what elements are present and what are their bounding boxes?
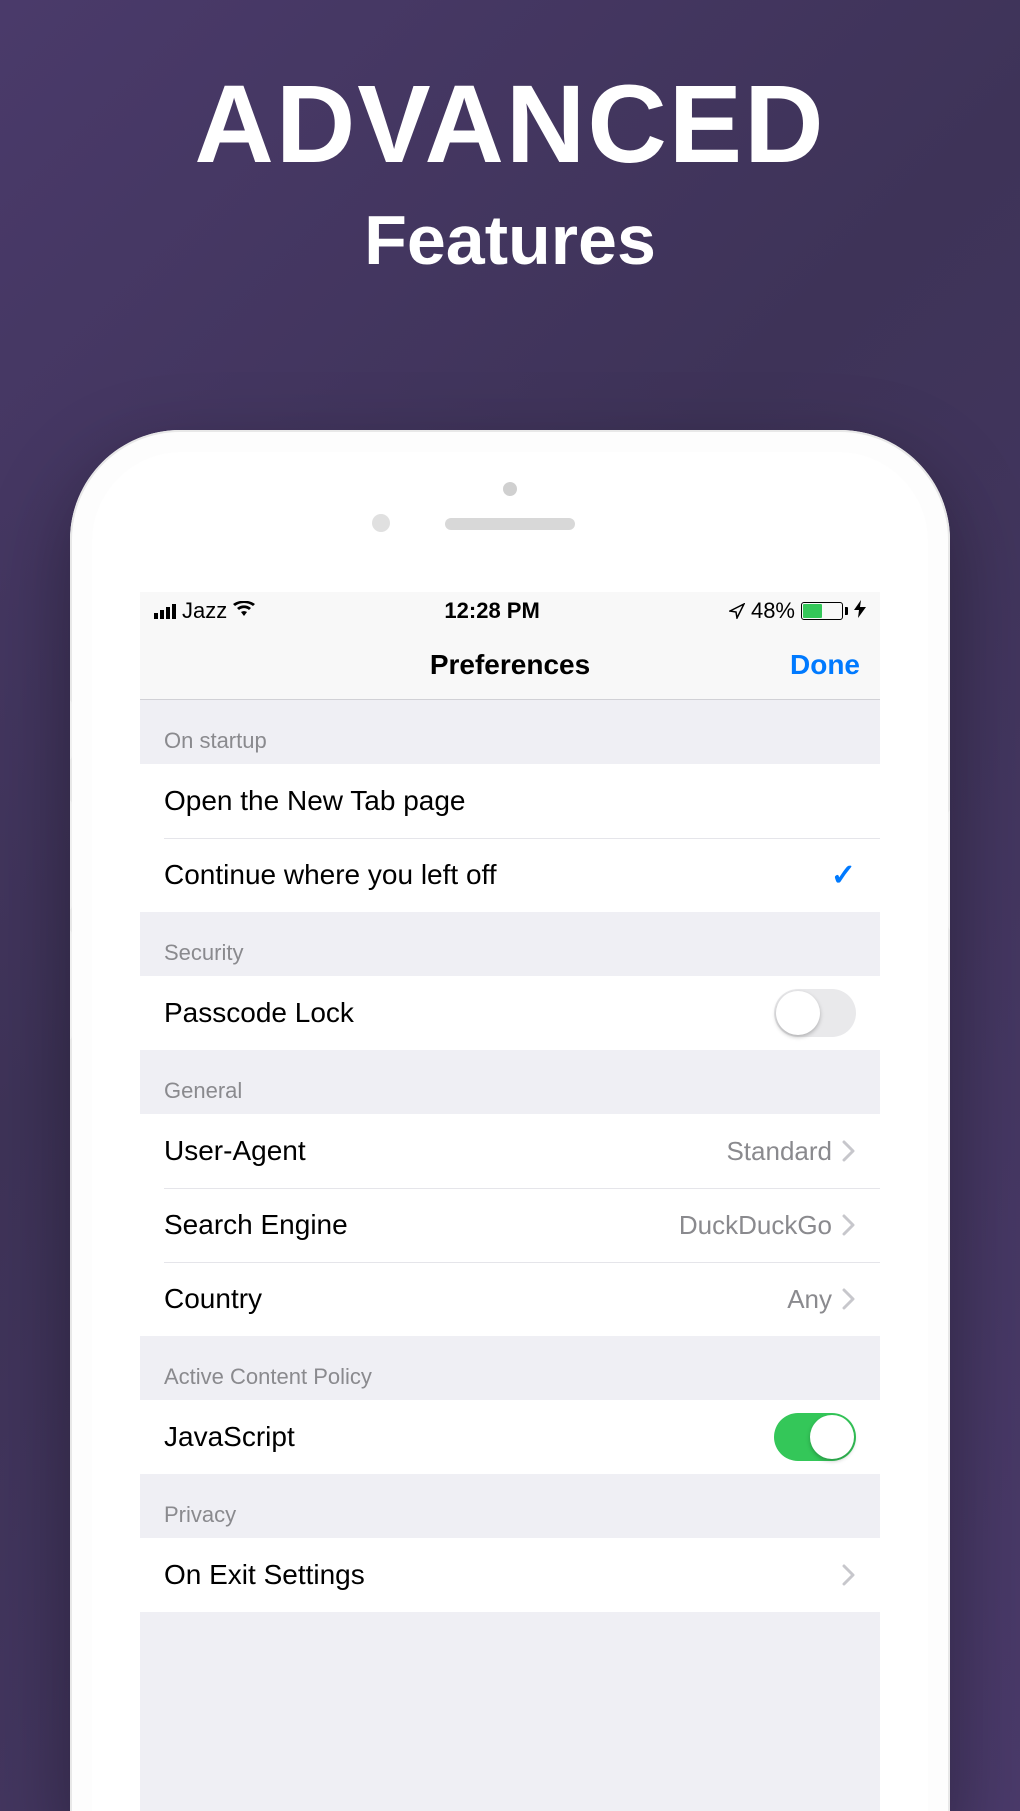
row-javascript: JavaScript xyxy=(140,1400,880,1474)
country-value: Any xyxy=(787,1284,832,1315)
row-label: JavaScript xyxy=(164,1421,774,1453)
phone-power-button xyxy=(948,810,950,930)
nav-title: Preferences xyxy=(430,649,590,681)
done-button[interactable]: Done xyxy=(790,649,860,681)
section-header-security: Security xyxy=(140,912,880,976)
signal-icon xyxy=(154,604,176,619)
promo-subtitle: Features xyxy=(0,200,1020,280)
wifi-icon xyxy=(233,600,255,623)
location-icon xyxy=(729,603,745,619)
section-header-general: General xyxy=(140,1050,880,1114)
row-label: Continue where you left off xyxy=(164,859,831,891)
speaker-grille-icon xyxy=(445,518,575,530)
chevron-right-icon xyxy=(842,1140,856,1162)
user-agent-value: Standard xyxy=(726,1136,832,1167)
front-camera-icon xyxy=(503,482,517,496)
passcode-toggle[interactable] xyxy=(774,989,856,1037)
promo-backdrop: ADVANCED Features Jazz xyxy=(0,0,1020,1811)
search-engine-value: DuckDuckGo xyxy=(679,1210,832,1241)
row-label: Open the New Tab page xyxy=(164,785,856,817)
proximity-sensor-icon xyxy=(372,514,390,532)
row-value: Any xyxy=(787,1284,856,1315)
phone-volume-up xyxy=(70,800,72,910)
row-label: Search Engine xyxy=(164,1209,679,1241)
carrier-label: Jazz xyxy=(182,598,227,624)
row-on-exit-settings[interactable]: On Exit Settings xyxy=(140,1538,880,1612)
phone-bezel: Jazz 12:28 PM 48% xyxy=(92,452,928,1811)
section-header-startup: On startup xyxy=(140,700,880,764)
phone-frame: Jazz 12:28 PM 48% xyxy=(70,430,950,1811)
row-open-new-tab[interactable]: Open the New Tab page xyxy=(140,764,880,838)
row-country[interactable]: Country Any xyxy=(140,1262,880,1336)
nav-bar: Preferences Done xyxy=(140,630,880,700)
status-time: 12:28 PM xyxy=(444,598,539,624)
phone-volume-down xyxy=(70,930,72,1040)
checkmark-icon: ✓ xyxy=(831,858,856,893)
status-left: Jazz xyxy=(154,598,255,624)
row-continue-left-off[interactable]: Continue where you left off ✓ xyxy=(140,838,880,912)
row-passcode-lock: Passcode Lock xyxy=(140,976,880,1050)
row-value: DuckDuckGo xyxy=(679,1210,856,1241)
phone-screen: Jazz 12:28 PM 48% xyxy=(140,592,880,1811)
row-search-engine[interactable]: Search Engine DuckDuckGo xyxy=(140,1188,880,1262)
section-header-privacy: Privacy xyxy=(140,1474,880,1538)
row-label: Country xyxy=(164,1283,787,1315)
chevron-right-icon xyxy=(842,1288,856,1310)
row-value xyxy=(842,1564,856,1586)
status-right: 48% xyxy=(729,598,866,624)
javascript-toggle[interactable] xyxy=(774,1413,856,1461)
status-bar: Jazz 12:28 PM 48% xyxy=(140,592,880,630)
chevron-right-icon xyxy=(842,1214,856,1236)
battery-icon xyxy=(801,602,848,620)
section-header-content: Active Content Policy xyxy=(140,1336,880,1400)
phone-sensors xyxy=(92,452,928,562)
phone-mute-switch xyxy=(70,700,72,760)
promo-title: ADVANCED xyxy=(0,70,1020,180)
row-label: Passcode Lock xyxy=(164,997,774,1029)
promo-headline: ADVANCED Features xyxy=(0,0,1020,280)
charging-icon xyxy=(854,600,866,623)
row-value: Standard xyxy=(726,1136,856,1167)
battery-percent: 48% xyxy=(751,598,795,624)
row-label: On Exit Settings xyxy=(164,1559,842,1591)
chevron-right-icon xyxy=(842,1564,856,1586)
row-user-agent[interactable]: User-Agent Standard xyxy=(140,1114,880,1188)
row-label: User-Agent xyxy=(164,1135,726,1167)
